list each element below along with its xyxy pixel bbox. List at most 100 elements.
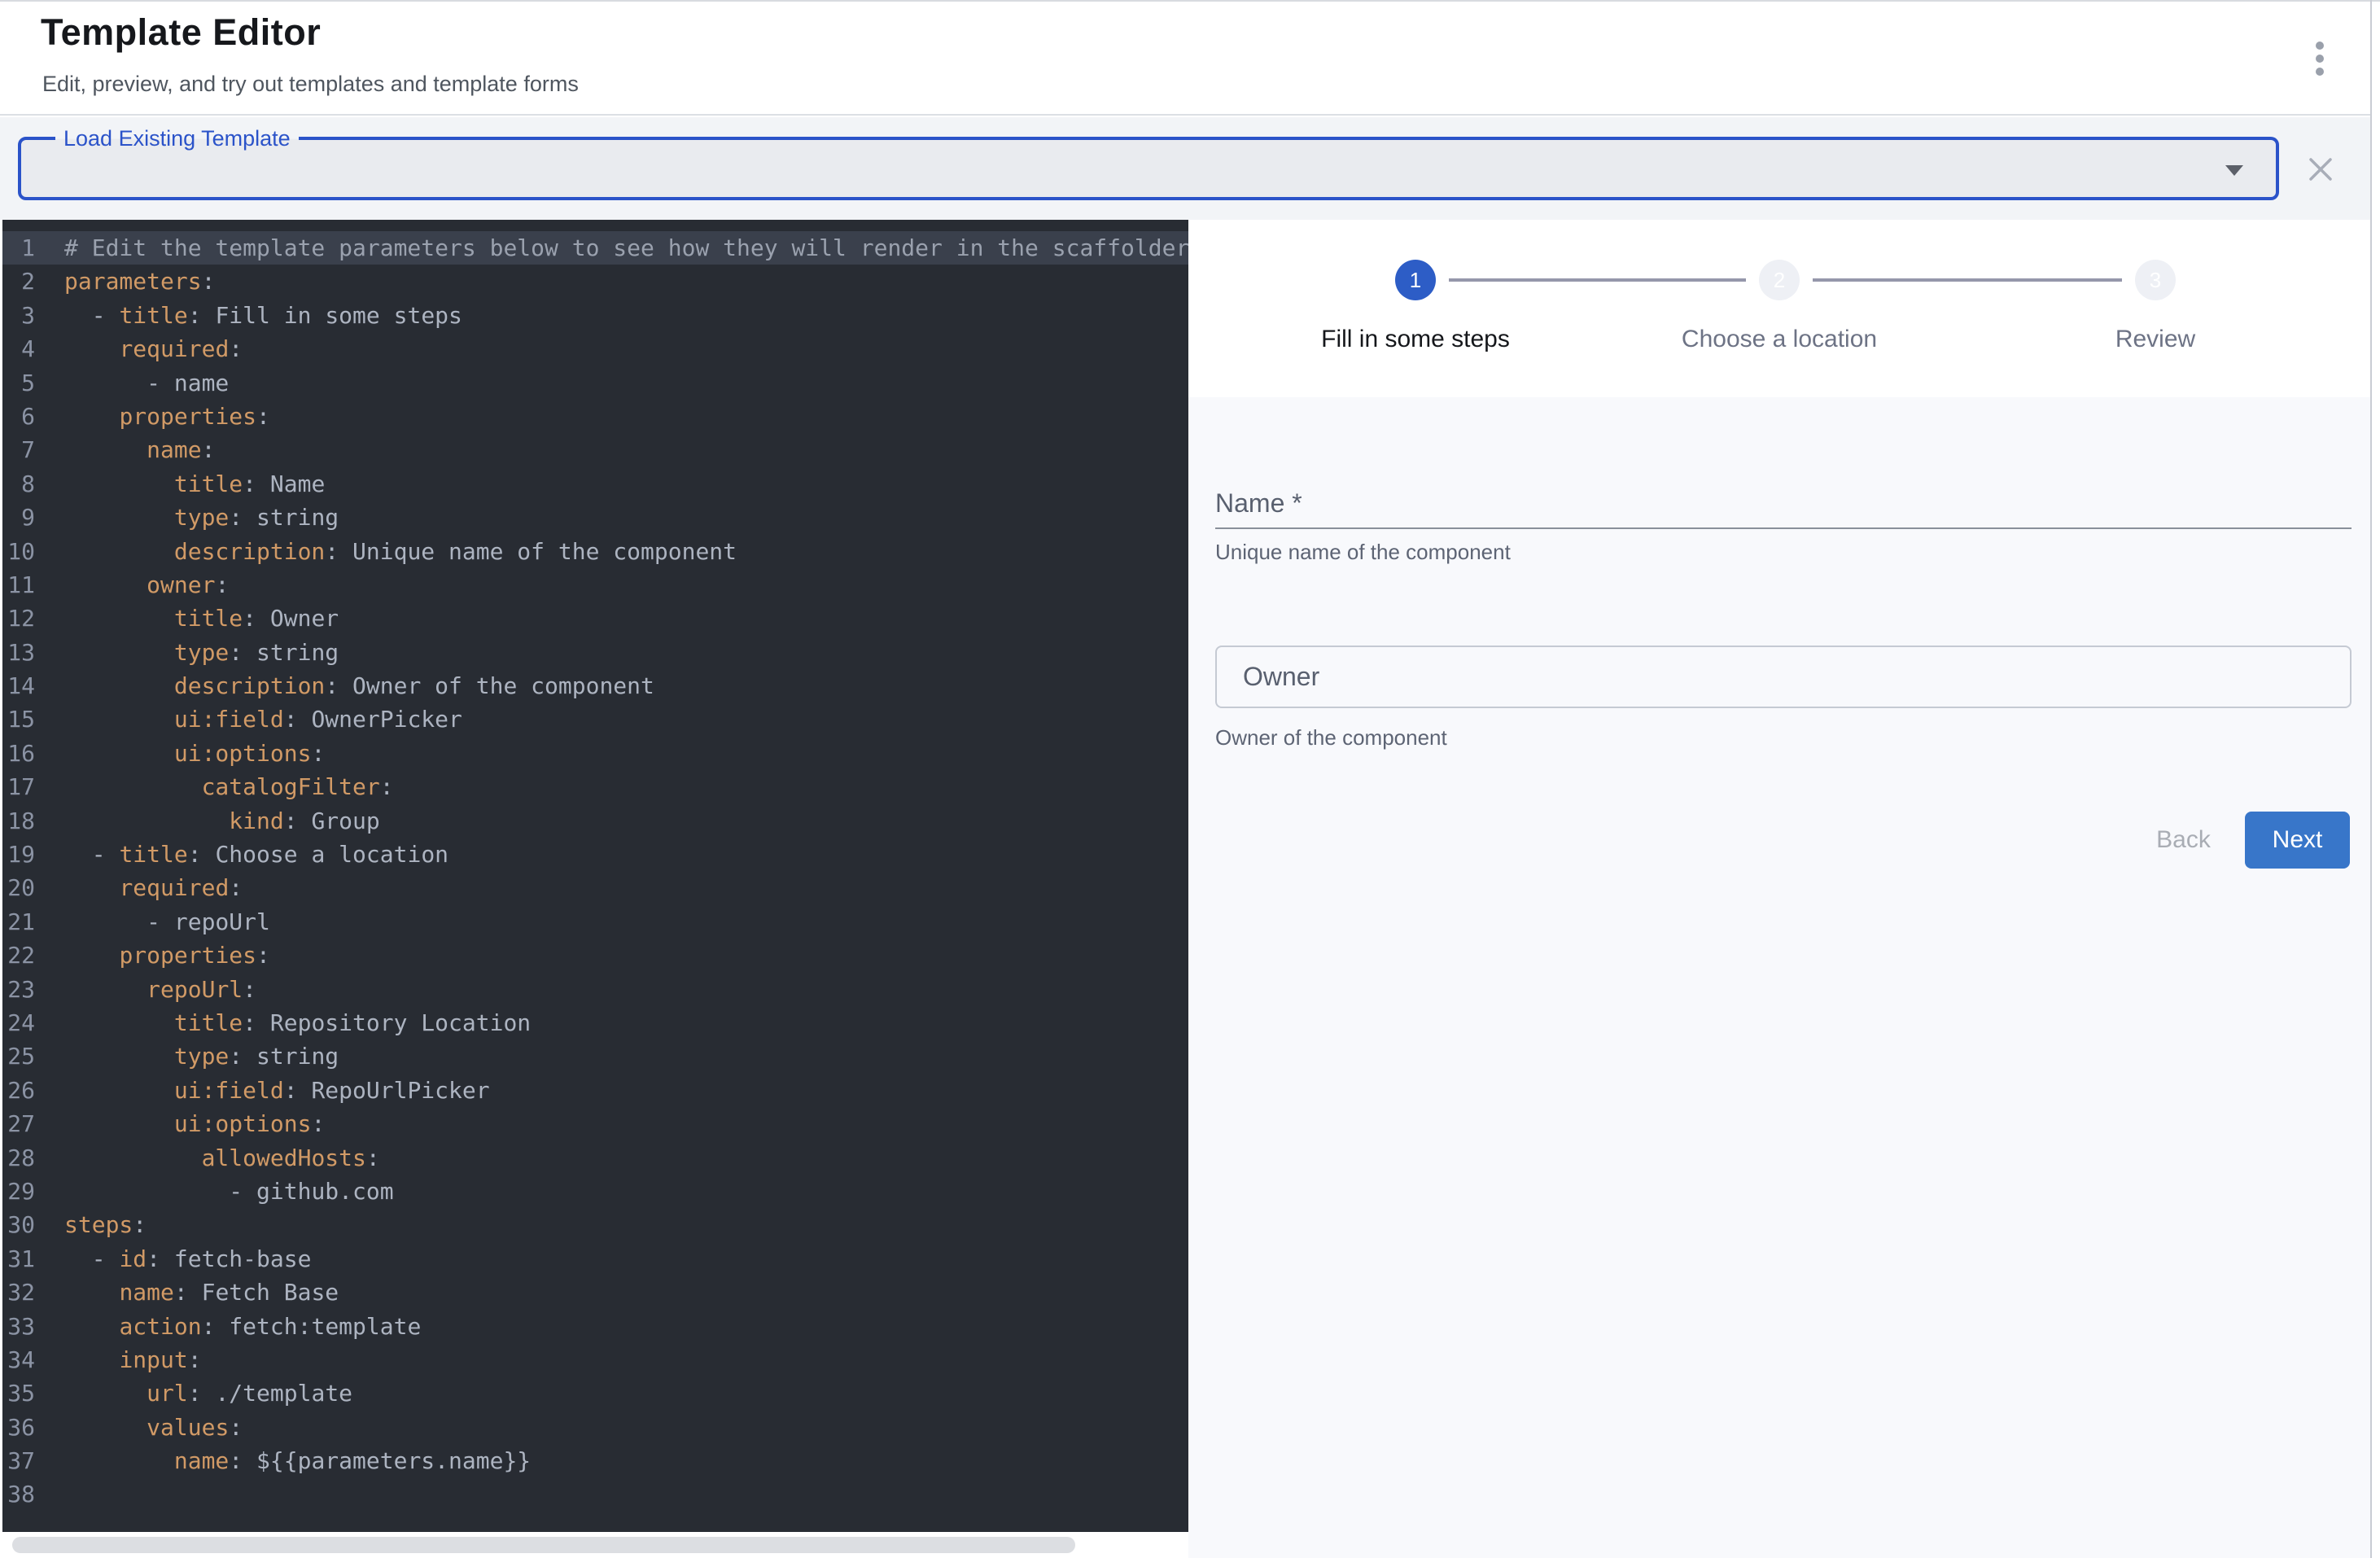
line-number: 2: [2, 265, 35, 298]
code-line[interactable]: 12 title: Owner: [2, 602, 1188, 635]
load-existing-template-label: Load Existing Template: [55, 125, 299, 152]
code-line[interactable]: 9 type: string: [2, 501, 1188, 534]
code-line[interactable]: 20 required:: [2, 871, 1188, 904]
line-number: 26: [2, 1074, 35, 1107]
line-number: 8: [2, 467, 35, 501]
code-line[interactable]: 25 type: string: [2, 1039, 1188, 1073]
owner-combobox-label: Owner: [1243, 647, 1319, 707]
code-text: type: string: [64, 501, 339, 534]
code-line[interactable]: 1# Edit the template parameters below to…: [2, 231, 1188, 265]
code-text: # Edit the template parameters below to …: [64, 231, 1188, 265]
code-line[interactable]: 24 title: Repository Location: [2, 1006, 1188, 1039]
next-button[interactable]: Next: [2245, 812, 2350, 869]
code-text: properties:: [64, 400, 270, 433]
code-text: ui:field: RepoUrlPicker: [64, 1074, 490, 1107]
code-line[interactable]: 30 steps:: [2, 1208, 1188, 1241]
owner-combobox[interactable]: Owner: [1215, 646, 2352, 708]
step-2-number: 2: [1774, 268, 1785, 293]
code-text: parameters:: [64, 265, 215, 298]
line-number: 5: [2, 366, 35, 400]
code-line[interactable]: 18 kind: Group: [2, 804, 1188, 838]
code-line[interactable]: 6 properties:: [2, 400, 1188, 433]
more-options-button[interactable]: [2295, 34, 2344, 83]
horizontal-scrollbar[interactable]: [2, 1532, 1188, 1558]
code-line[interactable]: 26 ui:field: RepoUrlPicker: [2, 1074, 1188, 1107]
line-number: 38: [2, 1477, 35, 1511]
code-line[interactable]: 31 - id: fetch-base: [2, 1242, 1188, 1276]
line-number: 36: [2, 1411, 35, 1444]
code-line[interactable]: 29 - github.com: [2, 1175, 1188, 1208]
step-1-label: Fill in some steps: [1321, 326, 1510, 353]
line-number: 13: [2, 636, 35, 669]
line-number: 18: [2, 804, 35, 838]
code-line[interactable]: 11 owner:: [2, 568, 1188, 602]
step-1-number: 1: [1410, 268, 1421, 293]
window-right-border: [2370, 0, 2372, 1558]
clear-template-button[interactable]: [2307, 155, 2334, 183]
code-line[interactable]: 10 description: Unique name of the compo…: [2, 535, 1188, 568]
line-number: 21: [2, 905, 35, 939]
code-line[interactable]: 3 - title: Fill in some steps: [2, 299, 1188, 332]
back-button[interactable]: Back: [2133, 812, 2234, 869]
code-line[interactable]: 34 input:: [2, 1343, 1188, 1376]
more-vert-icon: [2316, 42, 2324, 50]
code-text: - repoUrl: [64, 905, 270, 939]
line-number: 16: [2, 737, 35, 770]
close-icon: [2307, 155, 2334, 183]
code-text: input:: [64, 1343, 202, 1376]
code-line[interactable]: 16 ui:options:: [2, 737, 1188, 770]
code-text: ui:options:: [64, 1107, 325, 1140]
code-text: required:: [64, 871, 243, 904]
header: Template Editor Edit, preview, and try o…: [0, 2, 2370, 116]
code-text: name: ${{parameters.name}}: [64, 1444, 531, 1477]
load-existing-template-select[interactable]: Load Existing Template: [18, 137, 2279, 200]
code-line[interactable]: 27 ui:options:: [2, 1107, 1188, 1140]
page-subtitle: Edit, preview, and try out templates and…: [42, 72, 579, 97]
code-line[interactable]: 15 ui:field: OwnerPicker: [2, 702, 1188, 736]
code-line[interactable]: 33 action: fetch:template: [2, 1310, 1188, 1343]
code-line[interactable]: 14 description: Owner of the component: [2, 669, 1188, 702]
code-text: - github.com: [64, 1175, 394, 1208]
code-line[interactable]: 21 - repoUrl: [2, 905, 1188, 939]
line-number: 37: [2, 1444, 35, 1477]
code-text: type: string: [64, 636, 339, 669]
line-number: 19: [2, 838, 35, 871]
code-line[interactable]: 37 name: ${{parameters.name}}: [2, 1444, 1188, 1477]
code-text: allowedHosts:: [64, 1141, 380, 1175]
code-line[interactable]: 22 properties:: [2, 939, 1188, 972]
step-3-indicator: 3: [2135, 260, 2176, 300]
line-number: 34: [2, 1343, 35, 1376]
template-editor-window: Template Editor Edit, preview, and try o…: [0, 0, 2380, 1558]
code-line[interactable]: 36 values:: [2, 1411, 1188, 1444]
code-text: title: Name: [64, 467, 325, 501]
code-text: url: ./template: [64, 1376, 352, 1410]
code-line[interactable]: 23 repoUrl:: [2, 973, 1188, 1006]
code-line[interactable]: 35 url: ./template: [2, 1376, 1188, 1410]
code-text: steps:: [64, 1208, 147, 1241]
code-line[interactable]: 32 name: Fetch Base: [2, 1276, 1188, 1309]
code-line[interactable]: 2 parameters:: [2, 265, 1188, 298]
line-number: 30: [2, 1208, 35, 1241]
code-text: values:: [64, 1411, 243, 1444]
line-number: 15: [2, 702, 35, 736]
step-3-label: Review: [2115, 326, 2195, 353]
code-line[interactable]: 8 title: Name: [2, 467, 1188, 501]
code-text: kind: Group: [64, 804, 380, 838]
line-number: 29: [2, 1175, 35, 1208]
line-number: 27: [2, 1107, 35, 1140]
scrollbar-thumb[interactable]: [12, 1537, 1075, 1553]
code-line[interactable]: 4 required:: [2, 332, 1188, 365]
code-line[interactable]: 7 name:: [2, 433, 1188, 466]
code-line[interactable]: 28 allowedHosts:: [2, 1141, 1188, 1175]
code-line[interactable]: 19 - title: Choose a location: [2, 838, 1188, 871]
code-editor[interactable]: 1# Edit the template parameters below to…: [2, 220, 1188, 1532]
form-area: Name * Unique name of the component Owne…: [1188, 397, 2370, 1558]
code-line[interactable]: 13 type: string: [2, 636, 1188, 669]
code-text: title: Repository Location: [64, 1006, 531, 1039]
code-line[interactable]: 17 catalogFilter:: [2, 770, 1188, 803]
code-text: - name: [64, 366, 229, 400]
code-line[interactable]: 5 - name: [2, 366, 1188, 400]
code-line[interactable]: 38: [2, 1477, 1188, 1511]
line-number: 28: [2, 1141, 35, 1175]
name-input[interactable]: Name *: [1215, 479, 2352, 540]
